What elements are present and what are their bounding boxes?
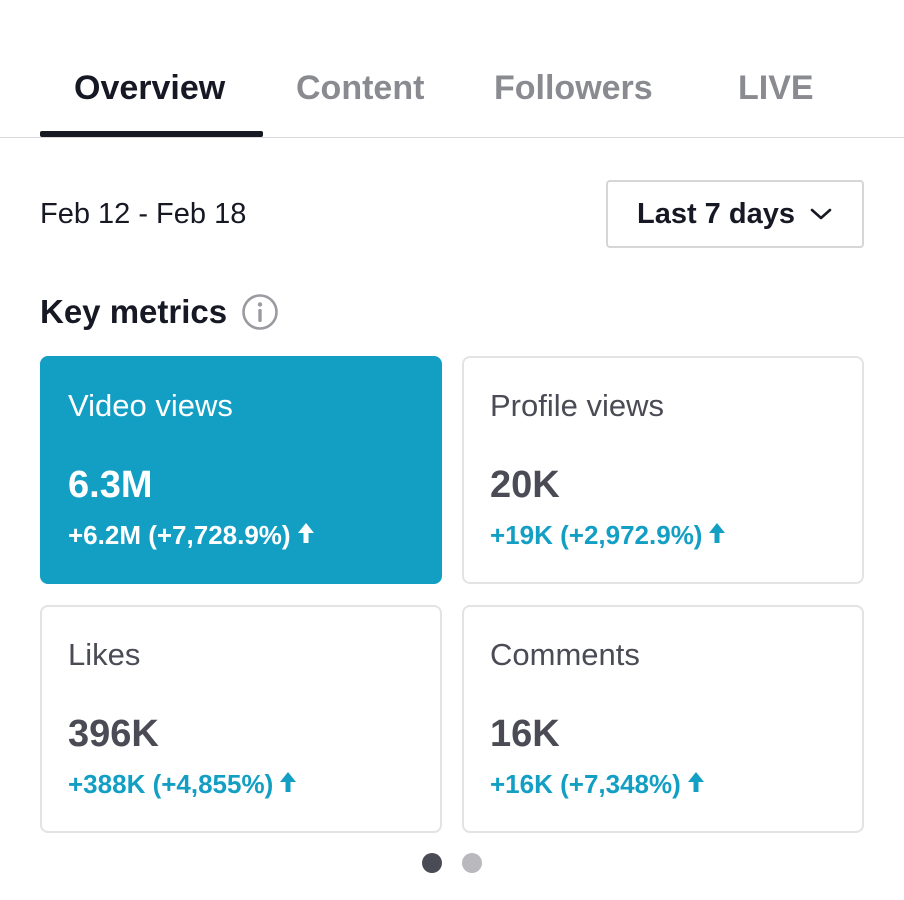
metric-card-comments[interactable]: Comments 16K +16K (+7,348%) (462, 605, 864, 833)
metric-delta: +388K (+4,855%) (68, 769, 297, 800)
metric-label: Video views (68, 388, 233, 423)
period-dropdown[interactable]: Last 7 days (606, 180, 864, 248)
key-metrics-title: Key metrics (40, 293, 228, 330)
metric-delta: +16K (+7,348%) (490, 769, 705, 800)
tab-content[interactable]: Content (296, 66, 424, 110)
carousel-pagination (0, 853, 904, 875)
metric-delta-text: +388K (+4,855%) (68, 769, 274, 799)
arrow-up-icon (297, 520, 315, 551)
metric-value: 6.3M (68, 464, 153, 506)
metric-delta: +6.2M (+7,728.9%) (68, 520, 315, 551)
chevron-down-icon (809, 206, 833, 222)
metric-delta-text: +6.2M (+7,728.9%) (68, 520, 291, 550)
metric-card-profile-views[interactable]: Profile views 20K +19K (+2,972.9%) (462, 356, 864, 584)
metric-value: 20K (490, 464, 560, 506)
metric-value: 396K (68, 713, 159, 755)
tab-overview[interactable]: Overview (74, 66, 225, 110)
tab-live[interactable]: LIVE (738, 66, 814, 110)
info-icon[interactable] (241, 293, 279, 331)
tab-bar: Overview Content Followers LIVE (0, 0, 904, 138)
metric-label: Comments (490, 637, 640, 672)
metric-delta-text: +16K (+7,348%) (490, 769, 681, 799)
metric-card-video-views[interactable]: Video views 6.3M +6.2M (+7,728.9%) (40, 356, 442, 584)
arrow-up-icon (279, 769, 297, 800)
pagination-dot-2[interactable] (462, 853, 482, 873)
metric-value: 16K (490, 713, 560, 755)
metric-delta: +19K (+2,972.9%) (490, 520, 726, 551)
period-dropdown-value: Last 7 days (637, 197, 795, 230)
arrow-up-icon (687, 769, 705, 800)
arrow-up-icon (708, 520, 726, 551)
key-metrics-heading: Key metrics (40, 290, 279, 334)
pagination-dot-1[interactable] (422, 853, 442, 873)
metric-delta-text: +19K (+2,972.9%) (490, 520, 703, 550)
active-tab-indicator (40, 131, 263, 137)
metric-label: Likes (68, 637, 141, 672)
metric-label: Profile views (490, 388, 664, 423)
tab-followers[interactable]: Followers (494, 66, 653, 110)
metric-card-likes[interactable]: Likes 396K +388K (+4,855%) (40, 605, 442, 833)
date-range: Feb 12 - Feb 18 (40, 198, 247, 230)
